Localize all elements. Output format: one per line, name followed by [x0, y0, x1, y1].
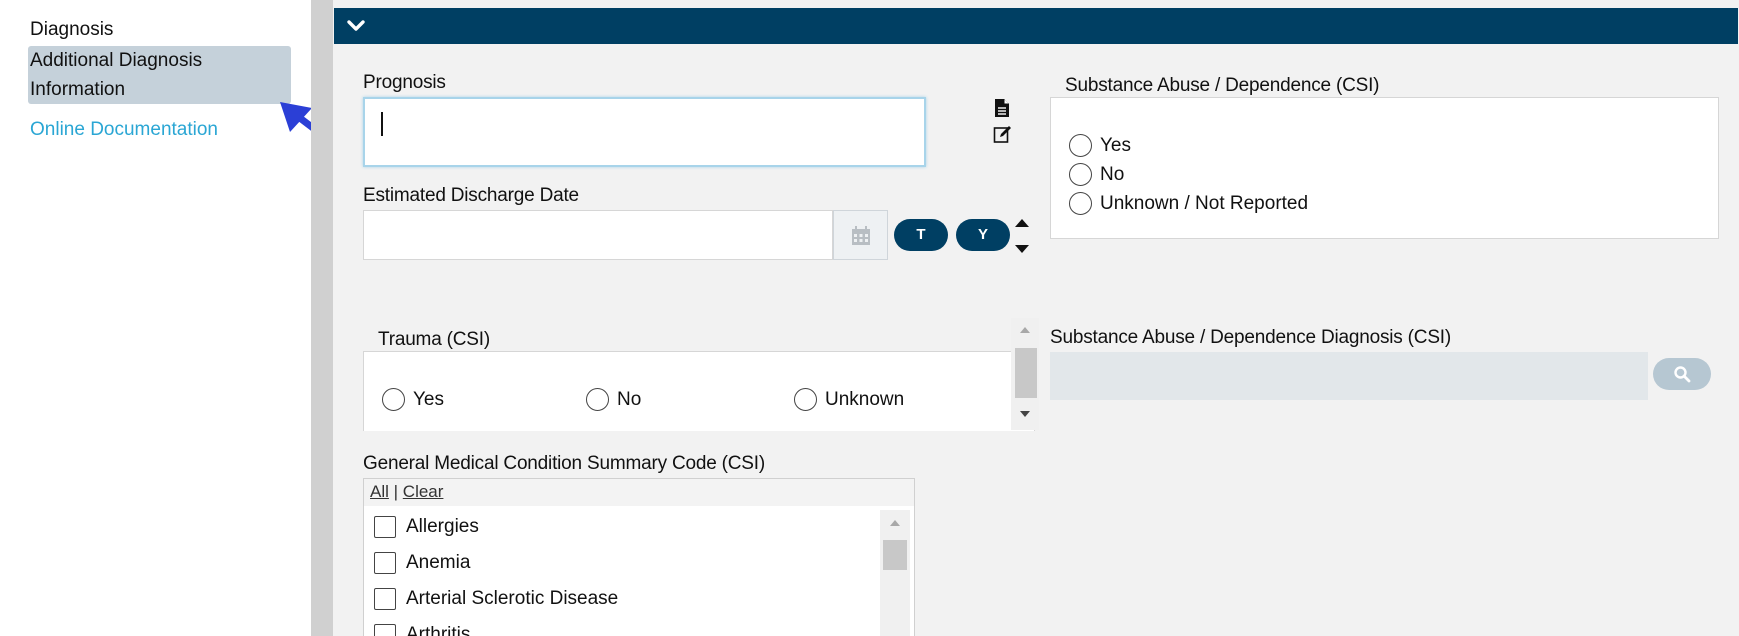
- checkbox[interactable]: [374, 588, 396, 610]
- general-medical-condition-list: All | Clear Allergies Anemia Arterial Sc…: [363, 478, 915, 636]
- prognosis-label: Prognosis: [363, 72, 446, 93]
- general-medical-condition-label: General Medical Condition Summary Code (…: [363, 453, 765, 474]
- condition-list-scrollbar[interactable]: [880, 510, 910, 636]
- discharge-date-input[interactable]: [363, 210, 833, 260]
- substance-abuse-radio-group: Yes No Unknown / Not Reported: [1050, 97, 1719, 239]
- panel-divider[interactable]: [311, 0, 333, 636]
- condition-checkbox-row[interactable]: Arterial Sclerotic Disease: [374, 588, 618, 610]
- checkbox[interactable]: [374, 516, 396, 538]
- scrollbar-thumb[interactable]: [1015, 348, 1037, 398]
- checkbox[interactable]: [374, 624, 396, 636]
- increment-up-icon[interactable]: [1014, 217, 1030, 229]
- trauma-radio-group: Yes No Unknown: [363, 351, 1035, 431]
- radio-button[interactable]: [382, 388, 405, 411]
- scroll-up-icon[interactable]: [1019, 326, 1031, 334]
- substance-no-option[interactable]: No: [1069, 163, 1124, 186]
- left-navigation: Diagnosis Additional Diagnosis Informati…: [10, 0, 310, 636]
- trauma-section: Trauma (CSI) Yes No Unknown: [363, 317, 1043, 431]
- calendar-icon: [852, 226, 870, 245]
- checkbox-label: Anemia: [406, 552, 471, 573]
- scroll-down-icon[interactable]: [1019, 410, 1031, 418]
- yesterday-button[interactable]: Y: [956, 219, 1010, 251]
- checkbox-label: Arthritis: [406, 624, 471, 636]
- calendar-button[interactable]: [833, 210, 888, 260]
- section-header-bar[interactable]: [334, 8, 1738, 44]
- decrement-down-icon[interactable]: [1014, 243, 1030, 255]
- radio-button[interactable]: [1069, 134, 1092, 157]
- radio-button[interactable]: [1069, 163, 1092, 186]
- nav-item-label-line2: Information: [30, 79, 126, 100]
- radio-label: No: [1100, 163, 1125, 185]
- main-panel: Prognosis Estimated Discharge Date T Y S…: [333, 0, 1739, 636]
- chevron-down-icon[interactable]: [346, 15, 366, 35]
- substance-yes-option[interactable]: Yes: [1069, 134, 1131, 157]
- radio-button[interactable]: [586, 388, 609, 411]
- clear-link[interactable]: Clear: [403, 482, 444, 501]
- radio-label: Yes: [1100, 134, 1131, 156]
- trauma-no-option[interactable]: No: [586, 388, 641, 411]
- radio-label: Unknown / Not Reported: [1100, 192, 1309, 214]
- scroll-up-icon[interactable]: [889, 519, 901, 527]
- scrollbar-thumb[interactable]: [883, 540, 907, 570]
- substance-abuse-label: Substance Abuse / Dependence (CSI): [1065, 75, 1380, 96]
- trauma-label: Trauma (CSI): [378, 329, 490, 350]
- checkbox-label: Allergies: [406, 516, 479, 537]
- discharge-date-label: Estimated Discharge Date: [363, 185, 579, 206]
- text-caret: [381, 112, 383, 136]
- radio-button[interactable]: [794, 388, 817, 411]
- prognosis-textarea[interactable]: [363, 97, 926, 167]
- select-links: All | Clear: [364, 479, 914, 506]
- nav-item-additional-diagnosis-information[interactable]: Additional Diagnosis Information: [28, 46, 291, 104]
- radio-label: No: [617, 388, 642, 410]
- checkbox[interactable]: [374, 552, 396, 574]
- trauma-unknown-option[interactable]: Unknown: [794, 388, 904, 411]
- substance-diagnosis-label: Substance Abuse / Dependence Diagnosis (…: [1050, 327, 1451, 348]
- substance-diagnosis-input[interactable]: [1050, 352, 1648, 400]
- trauma-scrollbar[interactable]: [1011, 318, 1039, 430]
- radio-label: Unknown: [825, 388, 905, 410]
- document-icon[interactable]: [993, 98, 1011, 118]
- search-icon: [1674, 366, 1691, 383]
- nav-item-online-documentation[interactable]: Online Documentation: [28, 115, 291, 144]
- radio-button[interactable]: [1069, 192, 1092, 215]
- nav-item-label-line1: Additional Diagnosis: [30, 50, 203, 71]
- trauma-yes-option[interactable]: Yes: [382, 388, 444, 411]
- select-all-link[interactable]: All: [370, 482, 389, 501]
- radio-label: Yes: [413, 388, 444, 410]
- condition-checkbox-row[interactable]: Anemia: [374, 552, 470, 574]
- condition-checkbox-row[interactable]: Arthritis: [374, 624, 470, 636]
- edit-icon[interactable]: [993, 124, 1013, 144]
- condition-checkbox-row[interactable]: Allergies: [374, 516, 479, 538]
- link-separator: |: [393, 482, 399, 501]
- nav-item-diagnosis[interactable]: Diagnosis: [28, 15, 291, 44]
- substance-unknown-option[interactable]: Unknown / Not Reported: [1069, 192, 1308, 215]
- today-button[interactable]: T: [894, 219, 948, 251]
- substance-diagnosis-search-button[interactable]: [1653, 358, 1711, 390]
- checkbox-label: Arterial Sclerotic Disease: [406, 588, 619, 609]
